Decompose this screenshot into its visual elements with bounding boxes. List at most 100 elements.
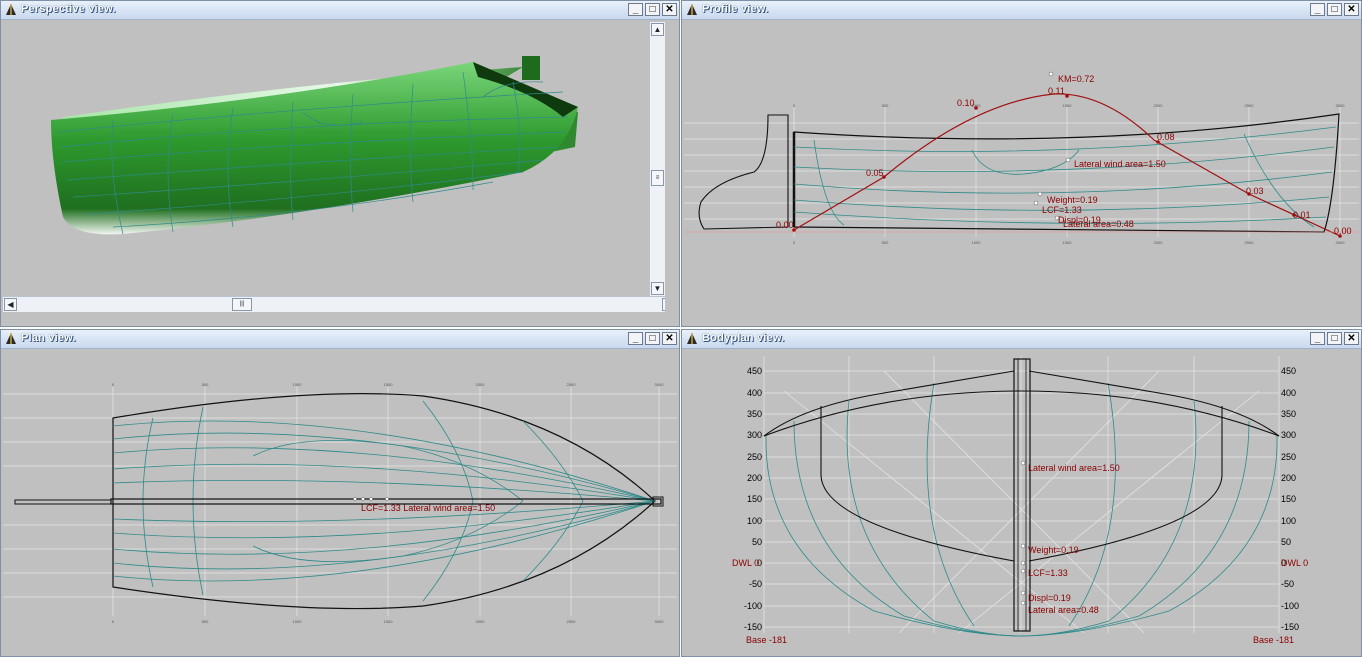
horizontal-scrollbar[interactable]: ◀ ||| ▶ (3, 296, 665, 312)
plan-canvas[interactable]: 0 500 1000 1500 2000 2500 3000 0 500 100… (3, 351, 677, 653)
app-icon (687, 333, 697, 344)
x-tick: 500 (202, 619, 209, 624)
window-title: Profile view. (702, 3, 769, 15)
scroll-up-button[interactable]: ▲ (651, 23, 664, 36)
scroll-thumb-horizontal[interactable]: ||| (232, 298, 252, 311)
axis-tick-left: 200 (747, 473, 762, 483)
x-tick: 2000 (476, 619, 486, 624)
x-tick: 2000 (1154, 103, 1164, 108)
profile-titlebar[interactable]: Profile view. _ □ ✕ (682, 1, 1361, 20)
perspective-canvas[interactable]: ▲ ≡ ▼ ◀ ||| ▶ (3, 22, 665, 312)
minimize-button[interactable]: _ (628, 332, 643, 345)
dwl-left-label: DWL 0 (732, 558, 759, 568)
curve-label: 0.00 (776, 220, 794, 230)
axis-tick-left: -100 (744, 601, 762, 611)
curve-label: 0.01 (1293, 210, 1311, 220)
curve-label: 0.05 (866, 168, 884, 178)
weight-label: Weight=0.19 (1028, 545, 1079, 555)
bodyplan-right-axis: 450 400 350 300 250 200 150 100 50 0 -50… (1281, 366, 1299, 632)
app-icon (6, 333, 16, 344)
x-tick: 2500 (1245, 103, 1255, 108)
profile-window[interactable]: Profile view. _ □ ✕ 0 500 1000 1500 2000… (681, 0, 1362, 327)
axis-tick-right: 150 (1281, 494, 1296, 504)
maximize-button[interactable]: □ (1327, 3, 1342, 16)
axis-tick-left: 150 (747, 494, 762, 504)
lcf-label: LCF=1.33 (1028, 568, 1068, 578)
x-tick: 0 (112, 619, 115, 624)
x-tick: 3000 (1336, 103, 1346, 108)
km-label: KM=0.72 (1058, 74, 1094, 84)
base-right-label: Base -181 (1253, 635, 1294, 645)
maximize-button[interactable]: □ (645, 3, 660, 16)
axis-tick-right: 50 (1281, 537, 1291, 547)
curve-label: 0.00 (1334, 226, 1352, 236)
bodyplan-window[interactable]: Bodyplan view. _ □ ✕ 450 400 350 300 250… (681, 329, 1362, 657)
axis-tick-left: 250 (747, 452, 762, 462)
minimize-button[interactable]: _ (1310, 3, 1325, 16)
profile-drawing: 0 500 1000 1500 2000 2500 3000 0 500 100… (684, 71, 1359, 245)
scroll-right-button[interactable]: ▶ (662, 298, 665, 311)
axis-tick-left: 400 (747, 388, 762, 398)
bodyplan-drawing: 450 400 350 300 250 200 150 100 50 0 -50… (732, 356, 1308, 645)
curve-label: 0.10 (957, 98, 975, 108)
axis-tick-left: -150 (744, 622, 762, 632)
maximize-button[interactable]: □ (1327, 332, 1342, 345)
axis-tick-right: 300 (1281, 430, 1296, 440)
curve-label: 0.08 (1157, 132, 1175, 142)
x-tick: 3000 (655, 382, 665, 387)
close-button[interactable]: ✕ (662, 3, 677, 16)
x-tick: 1500 (384, 619, 394, 624)
x-tick: 2000 (1154, 240, 1164, 245)
axis-tick-right: -150 (1281, 622, 1299, 632)
lateral-area-label: Lateral area=0.48 (1063, 219, 1134, 229)
perspective-titlebar[interactable]: Perspective view. _ □ ✕ (1, 1, 679, 20)
plan-titlebar[interactable]: Plan view. _ □ ✕ (1, 330, 679, 349)
lateral-wind-label: Lateral wind area=1.50 (1074, 159, 1166, 169)
x-tick: 0 (793, 103, 796, 108)
close-button[interactable]: ✕ (1344, 332, 1359, 345)
curve-label: 0.11 (1048, 86, 1065, 96)
axis-tick-left: 350 (747, 409, 762, 419)
scroll-left-button[interactable]: ◀ (4, 298, 17, 311)
x-tick: 1000 (972, 240, 982, 245)
lcf-label: LCF=1.33 (1042, 205, 1082, 215)
x-tick: 1000 (293, 382, 303, 387)
app-icon (687, 4, 697, 15)
x-tick: 2000 (476, 382, 486, 387)
minimize-button[interactable]: _ (1310, 332, 1325, 345)
x-tick: 2500 (1245, 240, 1255, 245)
axis-tick-right: 100 (1281, 516, 1296, 526)
plan-drawing: 0 500 1000 1500 2000 2500 3000 0 500 100… (3, 382, 677, 624)
x-tick: 1500 (1063, 240, 1073, 245)
profile-canvas[interactable]: 0 500 1000 1500 2000 2500 3000 0 500 100… (684, 22, 1359, 324)
bodyplan-canvas[interactable]: 450 400 350 300 250 200 150 100 50 0 -50… (684, 351, 1359, 653)
x-tick: 0 (793, 240, 796, 245)
axis-tick-right: -50 (1281, 579, 1294, 589)
axis-tick-left: -50 (749, 579, 762, 589)
axis-tick-right: 350 (1281, 409, 1296, 419)
close-button[interactable]: ✕ (1344, 3, 1359, 16)
window-title: Plan view. (21, 332, 76, 344)
perspective-hull-render (51, 56, 578, 235)
bodyplan-titlebar[interactable]: Bodyplan view. _ □ ✕ (682, 330, 1361, 349)
axis-tick-left: 450 (747, 366, 762, 376)
scroll-down-button[interactable]: ▼ (651, 282, 664, 295)
axis-tick-right: 450 (1281, 366, 1296, 376)
perspective-window[interactable]: Perspective view. _ □ ✕ ▲ ≡ ▼ ◀ ||| (0, 0, 680, 327)
plan-window[interactable]: Plan view. _ □ ✕ 0 500 1000 1500 2000 25… (0, 329, 680, 657)
x-tick: 1000 (293, 619, 303, 624)
scroll-thumb[interactable]: ≡ (651, 170, 664, 186)
bodyplan-left-axis: 450 400 350 300 250 200 150 100 50 0 -50… (744, 366, 762, 632)
axis-tick-right: 200 (1281, 473, 1296, 483)
minimize-button[interactable]: _ (628, 3, 643, 16)
axis-tick-left: 300 (747, 430, 762, 440)
x-tick: 2500 (567, 619, 577, 624)
lateral-wind-label: Lateral wind area=1.50 (1028, 463, 1120, 473)
x-tick: 1500 (384, 382, 394, 387)
vertical-scrollbar[interactable]: ▲ ≡ ▼ (649, 22, 665, 297)
maximize-button[interactable]: □ (645, 332, 660, 345)
x-tick: 1500 (1063, 103, 1073, 108)
axis-tick-right: 400 (1281, 388, 1296, 398)
close-button[interactable]: ✕ (662, 332, 677, 345)
weight-label: Weight=0.19 (1047, 195, 1098, 205)
